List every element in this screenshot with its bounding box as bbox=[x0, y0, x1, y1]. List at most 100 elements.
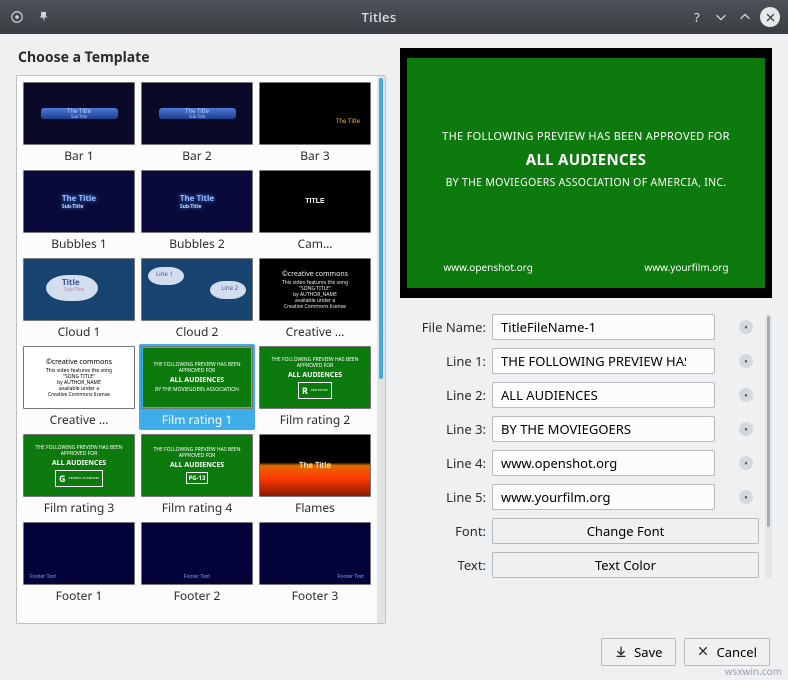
line-3-field[interactable] bbox=[492, 416, 715, 442]
pin-icon[interactable] bbox=[34, 8, 52, 26]
template-caption: Creative … bbox=[259, 323, 371, 340]
cancel-button-label: Cancel bbox=[717, 643, 757, 661]
scrollbar-thumb[interactable] bbox=[379, 78, 383, 379]
template-caption: Bubbles 2 bbox=[141, 235, 253, 252]
form-scrollbar[interactable] bbox=[765, 314, 772, 578]
app-menu-icon[interactable] bbox=[8, 8, 26, 26]
thumb-sub: Sub-Title bbox=[62, 204, 96, 210]
preview-line-2: ALL AUDIENCES bbox=[526, 150, 646, 170]
scrollbar-thumb[interactable] bbox=[767, 316, 770, 527]
title-form: File Name: • Line 1: • Line 2: • Line 3:… bbox=[400, 314, 772, 578]
template-footer-3[interactable]: Footer Text Footer 3 bbox=[257, 520, 373, 606]
preview-line-5: www.yourfilm.org bbox=[644, 260, 728, 274]
save-icon bbox=[614, 645, 628, 659]
template-camera[interactable]: TITLE Cam… bbox=[257, 168, 373, 254]
thumb-badge-text: RESTRICTED bbox=[311, 388, 328, 392]
thumb-title: The Title bbox=[336, 117, 360, 125]
close-icon[interactable] bbox=[760, 7, 780, 27]
template-caption: Film rating 1 bbox=[141, 411, 253, 428]
template-caption: Flames bbox=[259, 499, 371, 516]
label-file-name: File Name: bbox=[400, 318, 486, 336]
text-color-button[interactable]: Text Color bbox=[492, 552, 759, 578]
template-cc-2[interactable]: ©creative commons This video features th… bbox=[21, 344, 137, 430]
template-list: The TitleSub-Title Bar 1 The TitleSub-Ti… bbox=[16, 75, 386, 624]
template-caption: Bar 1 bbox=[23, 147, 135, 164]
thumb-badge-text: GENERAL AUDIENCES bbox=[69, 476, 99, 480]
template-cloud-1[interactable]: Title Sub-Title Cloud 1 bbox=[21, 256, 137, 342]
template-caption: Bar 2 bbox=[141, 147, 253, 164]
save-button[interactable]: Save bbox=[601, 638, 675, 666]
template-cc-1[interactable]: ©creative commons This video features th… bbox=[257, 256, 373, 342]
preview-inner: THE FOLLOWING PREVIEW HAS BEEN APPROVED … bbox=[407, 58, 764, 288]
minimize-icon[interactable] bbox=[712, 8, 730, 26]
thumb: THE FOLLOWING PREVIEW HAS BEEN APPROVED … bbox=[141, 346, 253, 409]
clear-icon[interactable]: • bbox=[739, 388, 753, 402]
window-body: Choose a Template The TitleSub-Title Bar… bbox=[0, 34, 788, 680]
template-bar-2[interactable]: The TitleSub-Title Bar 2 bbox=[139, 80, 255, 166]
thumb-badge: G bbox=[59, 472, 66, 485]
thumb: The TitleSub-Title bbox=[23, 82, 135, 145]
template-bar-3[interactable]: The Title Bar 3 bbox=[257, 80, 373, 166]
cancel-button[interactable]: Cancel bbox=[684, 638, 770, 666]
template-caption: Bubbles 1 bbox=[23, 235, 135, 252]
template-film-rating-3[interactable]: THE FOLLOWING PREVIEW HAS BEEN APPROVED … bbox=[21, 432, 137, 518]
line-4-field[interactable] bbox=[492, 450, 715, 476]
change-font-button[interactable]: Change Font bbox=[492, 518, 759, 544]
line-2-field[interactable] bbox=[492, 382, 715, 408]
line-5-field[interactable] bbox=[492, 484, 715, 510]
thumb: Footer Text bbox=[259, 522, 371, 585]
window-titlebar: Titles ? bbox=[0, 0, 788, 34]
template-footer-2[interactable]: Footer Text Footer 2 bbox=[139, 520, 255, 606]
template-flames[interactable]: The Title Flames bbox=[257, 432, 373, 518]
template-film-rating-2[interactable]: THE FOLLOWING PREVIEW HAS BEEN APPROVED … bbox=[257, 344, 373, 430]
thumb-title: TITLE bbox=[305, 198, 324, 205]
label-line-4: Line 4: bbox=[400, 454, 486, 472]
clear-icon[interactable]: • bbox=[739, 456, 753, 470]
label-line-1: Line 1: bbox=[400, 352, 486, 370]
thumb-title: The Title bbox=[185, 107, 209, 115]
thumb: The TitleSub-Title bbox=[141, 82, 253, 145]
thumb: The Title bbox=[259, 82, 371, 145]
thumb-title: The Title bbox=[62, 193, 96, 204]
preview-line-3: BY THE MOVIEGOERS ASSOCIATION OF AMERCIA… bbox=[446, 176, 727, 190]
template-caption: Footer 1 bbox=[23, 587, 135, 604]
cancel-icon bbox=[697, 645, 711, 659]
thumb: THE FOLLOWING PREVIEW HAS BEEN APPROVED … bbox=[259, 346, 371, 409]
thumb-sub: Sub-Title bbox=[189, 115, 205, 120]
line-1-field[interactable] bbox=[492, 348, 715, 374]
clear-icon[interactable]: • bbox=[739, 490, 753, 504]
template-caption: Film rating 4 bbox=[141, 499, 253, 516]
thumb-badge: R bbox=[302, 384, 308, 397]
template-bar-1[interactable]: The TitleSub-Title Bar 1 bbox=[21, 80, 137, 166]
thumb-body: Creative Commons license bbox=[284, 304, 346, 310]
right-pane: THE FOLLOWING PREVIEW HAS BEEN APPROVED … bbox=[400, 48, 772, 624]
help-icon[interactable]: ? bbox=[688, 8, 706, 26]
template-footer-1[interactable]: Footer Text Footer 1 bbox=[21, 520, 137, 606]
template-caption: Creative … bbox=[23, 411, 135, 428]
thumb: Footer Text bbox=[141, 522, 253, 585]
template-bubbles-2[interactable]: The TitleSub-Title Bubbles 2 bbox=[139, 168, 255, 254]
template-film-rating-1[interactable]: THE FOLLOWING PREVIEW HAS BEEN APPROVED … bbox=[139, 344, 255, 430]
watermark: wsxwin.com bbox=[725, 664, 782, 678]
thumb-body: Creative Commons license bbox=[48, 392, 110, 398]
file-name-field[interactable] bbox=[492, 314, 715, 340]
template-grid[interactable]: The TitleSub-Title Bar 1 The TitleSub-Ti… bbox=[17, 76, 377, 623]
template-film-rating-4[interactable]: THE FOLLOWING PREVIEW HAS BEEN APPROVED … bbox=[139, 432, 255, 518]
template-cloud-2[interactable]: Line 1 Line 2 Cloud 2 bbox=[139, 256, 255, 342]
thumb: The TitleSub-Title bbox=[141, 170, 253, 233]
dialog-footer: Save Cancel bbox=[0, 628, 788, 680]
thumb: The TitleSub-Title bbox=[23, 170, 135, 233]
thumb-line1: Line 1 bbox=[156, 270, 173, 278]
template-caption: Footer 3 bbox=[259, 587, 371, 604]
maximize-icon[interactable] bbox=[736, 8, 754, 26]
thumb-title: The Title bbox=[299, 460, 331, 471]
template-scrollbar[interactable] bbox=[377, 76, 385, 623]
label-line-5: Line 5: bbox=[400, 488, 486, 506]
template-chooser: Choose a Template The TitleSub-Title Bar… bbox=[16, 48, 386, 624]
clear-icon[interactable]: • bbox=[739, 422, 753, 436]
thumb: TITLE bbox=[259, 170, 371, 233]
clear-icon[interactable]: • bbox=[739, 354, 753, 368]
thumb-l1: THE FOLLOWING PREVIEW HAS BEEN APPROVED … bbox=[146, 362, 248, 374]
template-bubbles-1[interactable]: The TitleSub-Title Bubbles 1 bbox=[21, 168, 137, 254]
clear-icon[interactable]: • bbox=[739, 320, 753, 334]
